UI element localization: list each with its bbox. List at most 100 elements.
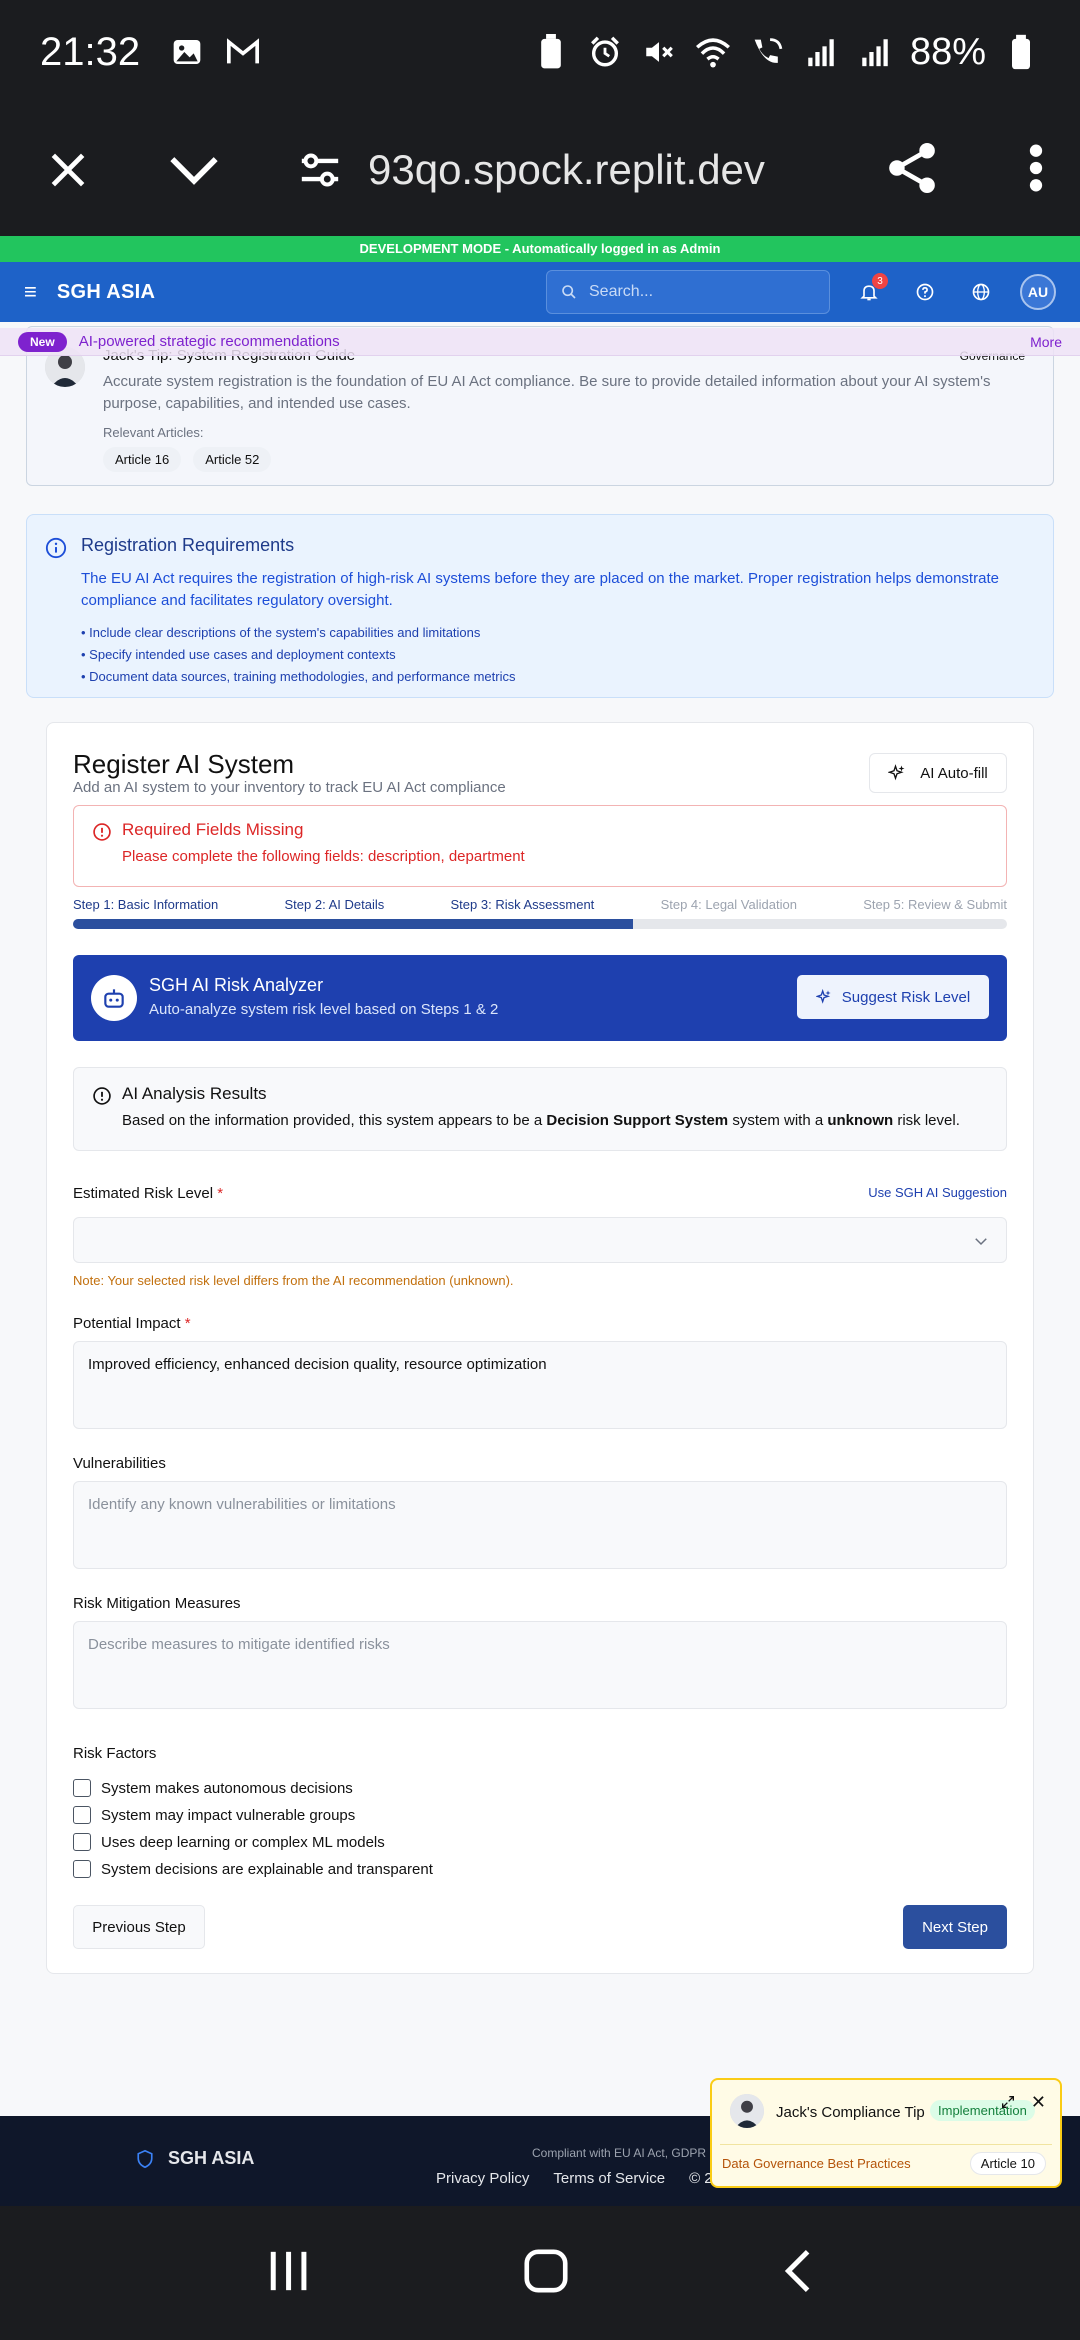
previous-step-button[interactable]: Previous Step <box>73 1905 205 1949</box>
mute-icon <box>640 33 678 71</box>
risk-factor-checkbox[interactable]: System decisions are explainable and tra… <box>73 1860 433 1878</box>
required-mark: * <box>184 1315 191 1332</box>
register-ai-system-card: Register AI System Add an AI system to y… <box>46 722 1034 1974</box>
step-label[interactable]: Step 2: AI Details <box>285 897 385 912</box>
chevron-down-icon[interactable] <box>162 138 226 202</box>
alert-title: Required Fields Missing <box>122 820 304 839</box>
promo-strip: New AI-powered strategic recommendations… <box>0 328 1080 356</box>
next-step-button[interactable]: Next Step <box>903 1905 1007 1949</box>
results-system-type: Decision Support System <box>546 1112 729 1129</box>
terms-of-service-link[interactable]: Terms of Service <box>553 2170 665 2187</box>
requirement-item: • Include clear descriptions of the syst… <box>81 625 481 640</box>
relevant-articles-label: Relevant Articles: <box>103 425 204 440</box>
privacy-policy-link[interactable]: Privacy Policy <box>436 2170 529 2187</box>
search-placeholder: Search... <box>589 283 654 300</box>
expand-icon[interactable] <box>1000 2094 1016 2110</box>
suggest-risk-level-label: Suggest Risk Level <box>841 988 971 1006</box>
wifi-calling-icon <box>748 33 786 71</box>
risk-factor-checkbox[interactable]: Uses deep learning or complex ML models <box>73 1833 385 1851</box>
risk-level-select[interactable] <box>73 1217 1007 1263</box>
use-ai-suggestion-link[interactable]: Use SGH AI Suggestion <box>868 1185 1007 1200</box>
impact-label-text: Potential Impact <box>73 1315 181 1332</box>
globe-icon[interactable] <box>964 275 998 309</box>
system-nav-bar <box>0 2206 1080 2340</box>
results-risk: unknown <box>827 1112 894 1129</box>
results-title: AI Analysis Results <box>122 1084 267 1103</box>
promo-more-link[interactable]: More <box>1030 334 1062 350</box>
chevron-down-icon <box>975 1238 987 1246</box>
article-chip[interactable]: Article 10 <box>969 2152 1046 2175</box>
search-icon <box>562 285 576 299</box>
gmail-icon <box>224 33 262 71</box>
article-chip[interactable]: Article 16 <box>103 447 182 472</box>
requirement-item: • Specify intended use cases and deploym… <box>81 647 396 662</box>
tip-link[interactable]: Data Governance Best Practices <box>722 2156 911 2171</box>
wifi-icon <box>694 33 732 71</box>
home-icon[interactable] <box>521 2246 571 2301</box>
step-label: Step 4: Legal Validation <box>660 897 797 912</box>
checkbox[interactable] <box>73 1833 91 1851</box>
sparkles-icon <box>888 764 905 781</box>
jack-avatar <box>730 2094 764 2128</box>
alarm-icon <box>586 33 624 71</box>
new-badge: New <box>18 331 67 352</box>
requirements-title: Registration Requirements <box>81 535 295 555</box>
risk-factor-checkbox[interactable]: System may impact vulnerable groups <box>73 1806 355 1824</box>
progress-bar-fill <box>73 919 634 929</box>
risk-analyzer-panel: SGH AI Risk Analyzer Auto-analyze system… <box>73 955 1007 1041</box>
recent-apps-icon[interactable] <box>265 2246 311 2301</box>
requirements-text: The EU AI Act requires the registration … <box>81 570 999 609</box>
checkbox[interactable] <box>73 1860 91 1878</box>
ai-autofill-button[interactable]: AI Auto-fill <box>869 753 1007 793</box>
progress-bar <box>73 919 1007 929</box>
vulnerabilities-textarea[interactable]: Identify any known vulnerabilities or li… <box>73 1481 1007 1569</box>
footer-compliance-text: Compliant with EU AI Act, GDPR <box>532 2146 707 2160</box>
stepper: Step 1: Basic Information Step 2: AI Det… <box>73 897 1007 912</box>
step-label[interactable]: Step 1: Basic Information <box>73 897 218 912</box>
requirement-item: • Document data sources, training method… <box>81 669 516 684</box>
notifications-bell-icon[interactable]: 3 <box>852 273 888 309</box>
close-tab-icon[interactable] <box>36 138 100 202</box>
close-icon[interactable]: ✕ <box>1031 2092 1046 2113</box>
user-avatar[interactable]: AU <box>1020 274 1056 310</box>
analyzer-title: SGH AI Risk Analyzer <box>149 975 324 995</box>
brand-name: SGH ASIA <box>56 280 156 303</box>
battery-percent: 88% <box>909 30 986 73</box>
alert-text: Please complete the following fields: de… <box>122 848 525 865</box>
required-fields-alert: Required Fields Missing Please complete … <box>73 805 1007 887</box>
suggest-risk-level-button[interactable]: Suggest Risk Level <box>797 975 989 1019</box>
risk-factor-label: Uses deep learning or complex ML models <box>101 1833 385 1851</box>
risk-factor-checkbox[interactable]: System makes autonomous decisions <box>73 1779 353 1797</box>
checkbox[interactable] <box>73 1806 91 1824</box>
ai-autofill-label: AI Auto-fill <box>920 764 988 782</box>
help-icon[interactable] <box>908 275 942 309</box>
checkbox[interactable] <box>73 1779 91 1797</box>
results-middle: system with a <box>732 1112 824 1129</box>
mitigation-textarea[interactable]: Describe measures to mitigate identified… <box>73 1621 1007 1709</box>
dev-mode-banner: DEVELOPMENT MODE - Automatically logged … <box>0 236 1080 262</box>
info-icon <box>93 1087 111 1105</box>
footer-brand: SGH ASIA <box>168 2148 255 2168</box>
risk-level-label: Estimated Risk Level * <box>73 1185 223 1202</box>
status-bar: 21:32 88% <box>0 0 1080 104</box>
search-input[interactable]: Search... <box>546 270 830 314</box>
potential-impact-textarea[interactable]: Improved efficiency, enhanced decision q… <box>73 1341 1007 1429</box>
risk-factors-label: Risk Factors <box>73 1745 157 1762</box>
info-icon <box>45 537 67 559</box>
risk-mismatch-note: Note: Your selected risk level differs f… <box>73 1273 514 1288</box>
more-options-icon[interactable] <box>1028 143 1044 198</box>
page-title: Register AI System <box>73 749 295 779</box>
analyzer-subtitle: Auto-analyze system risk level based on … <box>149 1001 499 1018</box>
url-bar[interactable]: 93qo.spock.replit.dev <box>368 146 788 194</box>
ai-analysis-results: AI Analysis Results Based on the informa… <box>73 1067 1007 1151</box>
divider <box>720 2144 1052 2145</box>
step-label: Step 5: Review & Submit <box>863 897 1007 912</box>
notification-count-badge: 3 <box>872 273 888 289</box>
menu-icon[interactable]: ≡ <box>24 279 37 305</box>
article-chip[interactable]: Article 52 <box>193 447 272 472</box>
step-label-current[interactable]: Step 3: Risk Assessment <box>451 897 595 912</box>
back-icon[interactable] <box>781 2246 815 2301</box>
site-settings-icon[interactable] <box>288 138 352 202</box>
share-icon[interactable] <box>886 140 938 201</box>
promo-text[interactable]: AI-powered strategic recommendations <box>79 333 340 350</box>
